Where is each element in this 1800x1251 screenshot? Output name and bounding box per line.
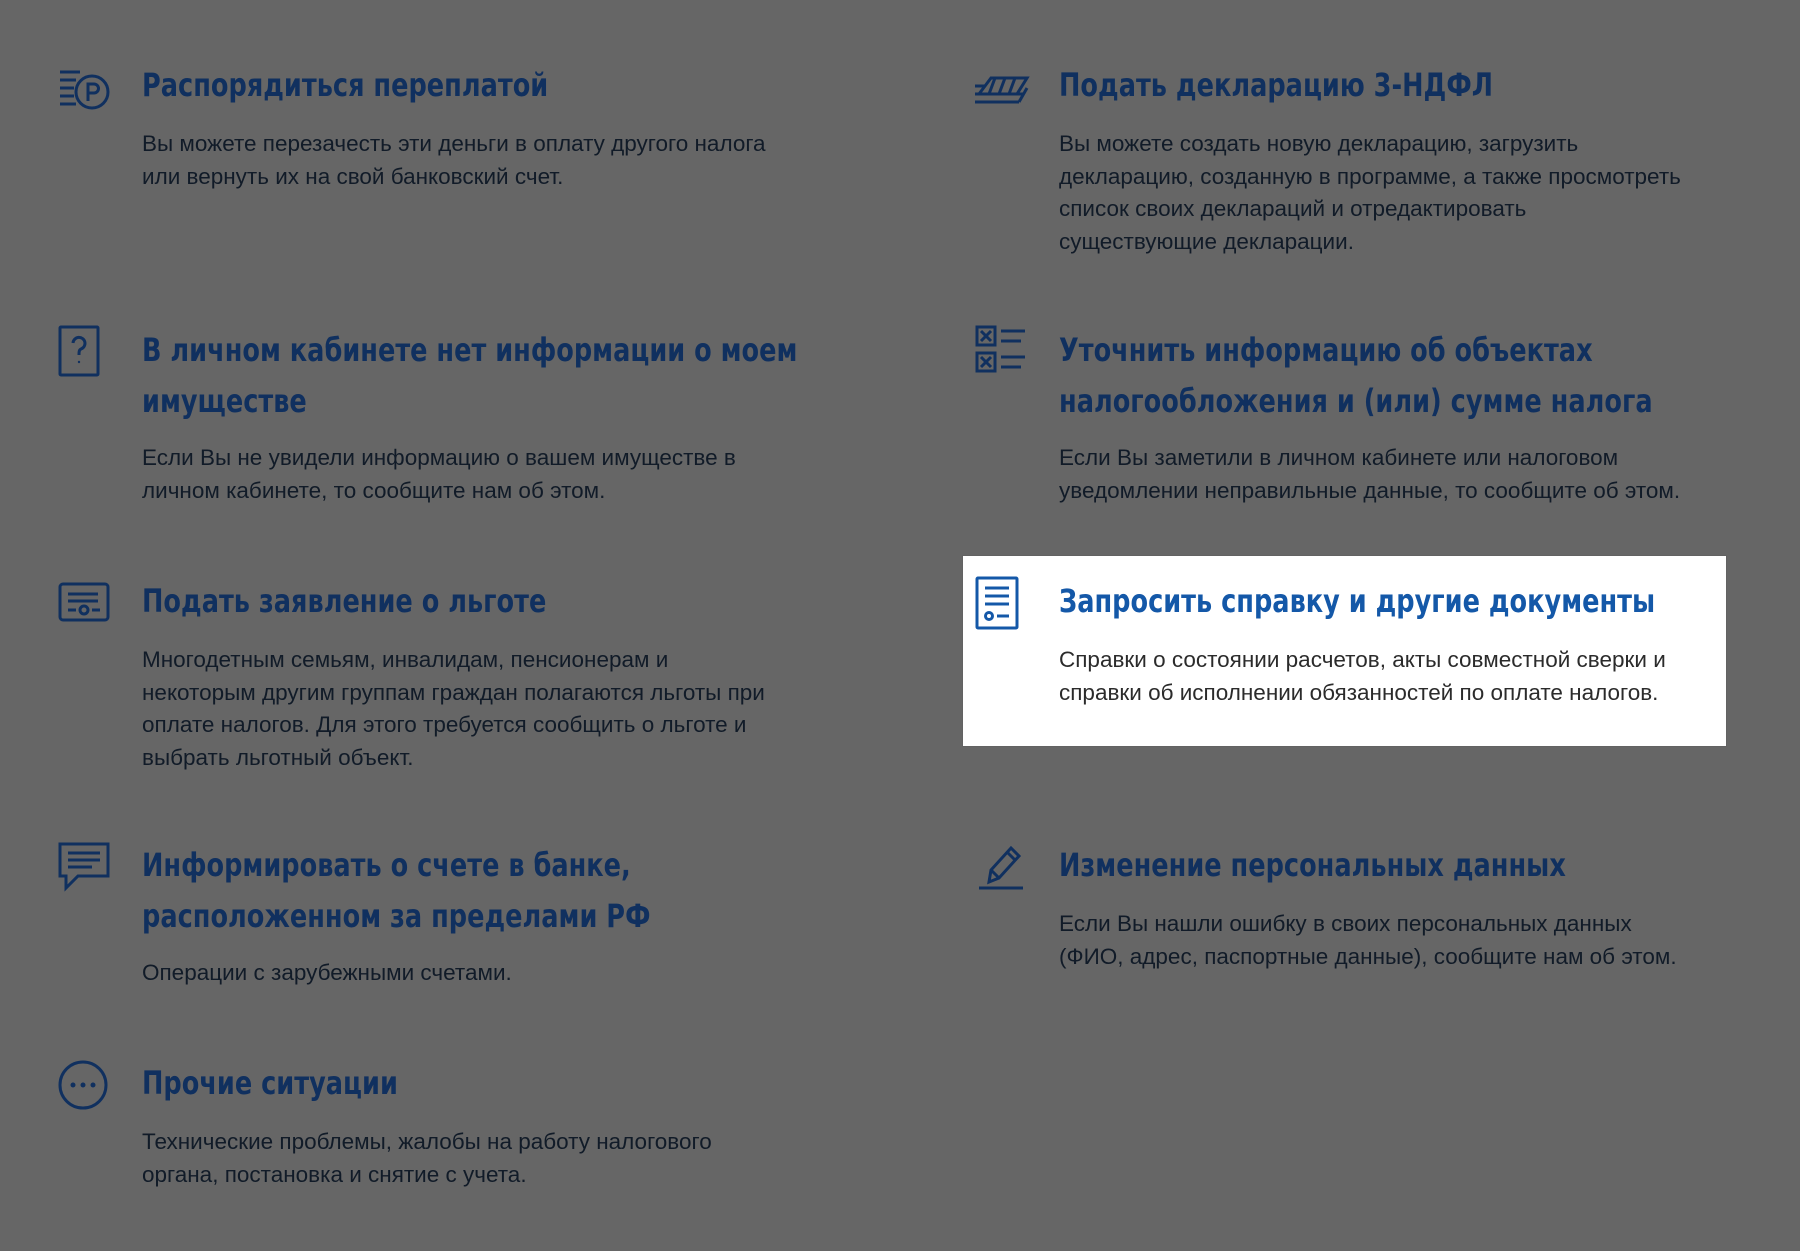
option-description: Многодетным семьям, инвалидам, пенсионер… bbox=[142, 647, 765, 770]
option-title: Подать декларацию 3-НДФЛ bbox=[1059, 66, 1493, 104]
option-description: Если Вы заметили в личном кабинете или н… bbox=[1059, 445, 1681, 503]
option-title: Информировать о счете в банке, расположе… bbox=[142, 846, 651, 935]
more-dots-icon bbox=[58, 1060, 114, 1116]
chat-message-icon bbox=[58, 840, 114, 896]
option-clarify-tax-objects[interactable]: Уточнить информацию об объектах налогооб… bbox=[975, 325, 1775, 515]
option-description: Вы можете создать новую декларацию, загр… bbox=[1059, 131, 1681, 254]
option-title: В личном кабинете нет информации о моем … bbox=[142, 331, 798, 420]
option-benefit-application[interactable]: Подать заявление о льготе Многодетным се… bbox=[58, 576, 858, 776]
option-title: Прочие ситуации bbox=[142, 1064, 398, 1102]
option-missing-property[interactable]: В личном кабинете нет информации о моем … bbox=[58, 325, 858, 515]
document-stack-icon bbox=[975, 64, 1031, 120]
option-title: Распорядиться переплатой bbox=[142, 66, 549, 104]
option-title: Уточнить информацию об объектах налогооб… bbox=[1059, 331, 1653, 420]
pencil-edit-icon bbox=[975, 840, 1031, 896]
option-title: Изменение персональных данных bbox=[1059, 846, 1566, 884]
benefit-card-icon bbox=[58, 580, 114, 636]
question-document-icon bbox=[58, 325, 114, 381]
coins-ruble-icon bbox=[58, 64, 114, 120]
option-declaration[interactable]: Подать декларацию 3-НДФЛ Вы можете созда… bbox=[975, 60, 1775, 260]
option-title: Подать заявление о льготе bbox=[142, 582, 547, 620]
option-description: Если Вы нашли ошибку в своих персональны… bbox=[1059, 911, 1677, 969]
option-request-certificate[interactable]: Запросить справку и другие документы Спр… bbox=[975, 576, 1725, 726]
option-description: Если Вы не увидели информацию о вашем им… bbox=[142, 445, 736, 503]
option-foreign-bank-account[interactable]: Информировать о счете в банке, расположе… bbox=[58, 840, 858, 1000]
option-overpayment[interactable]: Распорядиться переплатой Вы можете перез… bbox=[58, 60, 858, 220]
option-personal-data-change[interactable]: Изменение персональных данных Если Вы на… bbox=[975, 840, 1775, 1000]
option-description: Вы можете перезачесть эти деньги в оплат… bbox=[142, 131, 766, 189]
option-description: Операции с зарубежными счетами. bbox=[142, 960, 512, 985]
option-description: Справки о состоянии расчетов, акты совме… bbox=[1059, 647, 1666, 705]
option-description: Технические проблемы, жалобы на работу н… bbox=[142, 1129, 712, 1187]
option-other-situations[interactable]: Прочие ситуации Технические проблемы, жа… bbox=[58, 1058, 858, 1218]
option-title: Запросить справку и другие документы bbox=[1059, 582, 1656, 620]
certificate-document-icon bbox=[975, 576, 1031, 632]
checklist-cross-icon bbox=[975, 325, 1031, 381]
